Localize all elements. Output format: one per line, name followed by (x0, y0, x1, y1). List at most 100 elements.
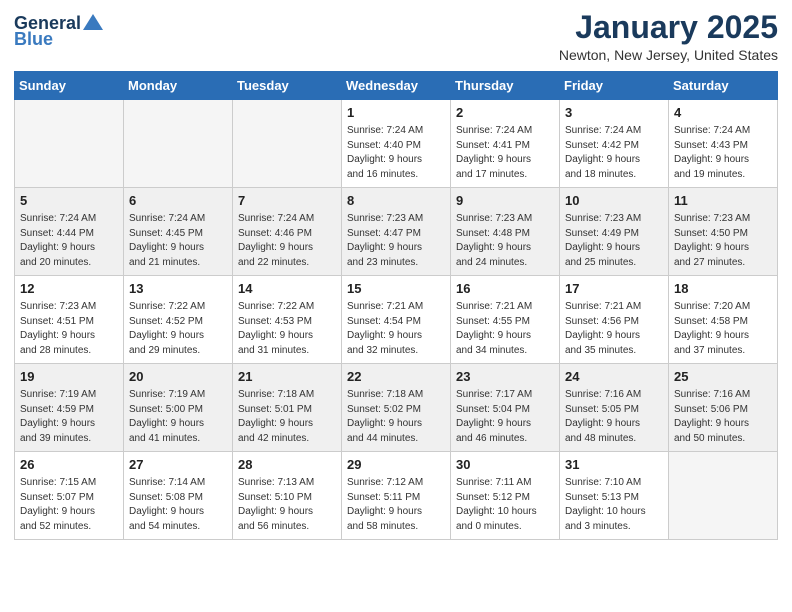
calendar-cell: 25 Sunrise: 7:16 AMSunset: 5:06 PMDayligh… (669, 364, 778, 452)
calendar-table: SundayMondayTuesdayWednesdayThursdayFrid… (14, 71, 778, 540)
day-info: Sunrise: 7:20 AMSunset: 4:58 PMDaylight:… (674, 300, 772, 358)
day-number: 5 (20, 192, 118, 210)
header: General Blue January 2025 Newton, New Je… (14, 10, 778, 63)
logo-icon (83, 14, 103, 30)
weekday-header-friday: Friday (560, 72, 669, 100)
day-info: Sunrise: 7:16 AMSunset: 5:05 PMDaylight:… (565, 388, 663, 446)
calendar-cell: 22 Sunrise: 7:18 AMSunset: 5:02 PMDayligh… (342, 364, 451, 452)
calendar-cell: 5 Sunrise: 7:24 AMSunset: 4:44 PMDaylight… (15, 188, 124, 276)
calendar-cell: 16 Sunrise: 7:21 AMSunset: 4:55 PMDayligh… (451, 276, 560, 364)
weekday-header-thursday: Thursday (451, 72, 560, 100)
day-number: 19 (20, 368, 118, 386)
calendar-cell: 30 Sunrise: 7:11 AMSunset: 5:12 PMDayligh… (451, 452, 560, 540)
day-number: 23 (456, 368, 554, 386)
day-number: 18 (674, 280, 772, 298)
day-number: 22 (347, 368, 445, 386)
weekday-header-monday: Monday (124, 72, 233, 100)
day-number: 6 (129, 192, 227, 210)
day-info: Sunrise: 7:17 AMSunset: 5:04 PMDaylight:… (456, 388, 554, 446)
day-info: Sunrise: 7:21 AMSunset: 4:56 PMDaylight:… (565, 300, 663, 358)
day-info: Sunrise: 7:19 AMSunset: 4:59 PMDaylight:… (20, 388, 118, 446)
day-info: Sunrise: 7:23 AMSunset: 4:48 PMDaylight:… (456, 212, 554, 270)
day-number: 31 (565, 456, 663, 474)
calendar-cell: 11 Sunrise: 7:23 AMSunset: 4:50 PMDayligh… (669, 188, 778, 276)
calendar-cell: 27 Sunrise: 7:14 AMSunset: 5:08 PMDayligh… (124, 452, 233, 540)
day-info: Sunrise: 7:24 AMSunset: 4:43 PMDaylight:… (674, 124, 772, 182)
calendar-cell: 18 Sunrise: 7:20 AMSunset: 4:58 PMDayligh… (669, 276, 778, 364)
calendar-cell: 29Sunrise: 7:12 AMSunset: 5:11 PMDayligh… (342, 452, 451, 540)
day-number: 4 (674, 104, 772, 122)
calendar-cell: 28 Sunrise: 7:13 AMSunset: 5:10 PMDayligh… (233, 452, 342, 540)
day-info: Sunrise: 7:22 AMSunset: 4:53 PMDaylight:… (238, 300, 336, 358)
calendar-wrapper: General Blue January 2025 Newton, New Je… (0, 0, 792, 554)
calendar-cell: 7 Sunrise: 7:24 AMSunset: 4:46 PMDaylight… (233, 188, 342, 276)
calendar-cell (669, 452, 778, 540)
calendar-cell: 21Sunrise: 7:18 AMSunset: 5:01 PMDayligh… (233, 364, 342, 452)
day-info: Sunrise: 7:16 AMSunset: 5:06 PMDaylight:… (674, 388, 772, 446)
day-number: 16 (456, 280, 554, 298)
logo-blue-text: Blue (14, 30, 53, 48)
calendar-week-row: 26 Sunrise: 7:15 AMSunset: 5:07 PMDayligh… (15, 452, 778, 540)
day-info: Sunrise: 7:24 AMSunset: 4:46 PMDaylight:… (238, 212, 336, 270)
calendar-cell: 1 Sunrise: 7:24 AMSunset: 4:40 PMDaylight… (342, 100, 451, 188)
calendar-cell: 13Sunrise: 7:22 AMSunset: 4:52 PMDayligh… (124, 276, 233, 364)
calendar-cell: 20 Sunrise: 7:19 AMSunset: 5:00 PMDayligh… (124, 364, 233, 452)
calendar-cell: 19 Sunrise: 7:19 AMSunset: 4:59 PMDayligh… (15, 364, 124, 452)
day-number: 2 (456, 104, 554, 122)
day-info: Sunrise: 7:21 AMSunset: 4:54 PMDaylight:… (347, 300, 445, 358)
day-info: Sunrise: 7:23 AMSunset: 4:50 PMDaylight:… (674, 212, 772, 270)
day-number: 20 (129, 368, 227, 386)
day-info: Sunrise: 7:21 AMSunset: 4:55 PMDaylight:… (456, 300, 554, 358)
day-number: 26 (20, 456, 118, 474)
day-info: Sunrise: 7:24 AMSunset: 4:40 PMDaylight:… (347, 124, 445, 182)
day-number: 14 (238, 280, 336, 298)
day-info: Sunrise: 7:18 AMSunset: 5:02 PMDaylight:… (347, 388, 445, 446)
day-number: 7 (238, 192, 336, 210)
day-info: Sunrise: 7:23 AMSunset: 4:49 PMDaylight:… (565, 212, 663, 270)
day-info: Sunrise: 7:24 AMSunset: 4:44 PMDaylight:… (20, 212, 118, 270)
day-number: 3 (565, 104, 663, 122)
day-info: Sunrise: 7:11 AMSunset: 5:12 PMDaylight:… (456, 476, 554, 534)
day-info: Sunrise: 7:14 AMSunset: 5:08 PMDaylight:… (129, 476, 227, 534)
location: Newton, New Jersey, United States (559, 47, 778, 63)
day-number: 30 (456, 456, 554, 474)
weekday-header-sunday: Sunday (15, 72, 124, 100)
day-number: 1 (347, 104, 445, 122)
day-info: Sunrise: 7:12 AMSunset: 5:11 PMDaylight:… (347, 476, 445, 534)
day-number: 11 (674, 192, 772, 210)
day-number: 17 (565, 280, 663, 298)
day-info: Sunrise: 7:10 AMSunset: 5:13 PMDaylight:… (565, 476, 663, 534)
month-title: January 2025 (559, 10, 778, 45)
day-number: 8 (347, 192, 445, 210)
day-number: 27 (129, 456, 227, 474)
calendar-cell: 4 Sunrise: 7:24 AMSunset: 4:43 PMDaylight… (669, 100, 778, 188)
day-info: Sunrise: 7:15 AMSunset: 5:07 PMDaylight:… (20, 476, 118, 534)
calendar-cell: 17 Sunrise: 7:21 AMSunset: 4:56 PMDayligh… (560, 276, 669, 364)
calendar-cell: 10 Sunrise: 7:23 AMSunset: 4:49 PMDayligh… (560, 188, 669, 276)
day-number: 10 (565, 192, 663, 210)
day-info: Sunrise: 7:22 AMSunset: 4:52 PMDaylight:… (129, 300, 227, 358)
calendar-week-row: 19 Sunrise: 7:19 AMSunset: 4:59 PMDayligh… (15, 364, 778, 452)
day-number: 25 (674, 368, 772, 386)
day-info: Sunrise: 7:13 AMSunset: 5:10 PMDaylight:… (238, 476, 336, 534)
calendar-cell: 24 Sunrise: 7:16 AMSunset: 5:05 PMDayligh… (560, 364, 669, 452)
day-number: 28 (238, 456, 336, 474)
calendar-cell: 8Sunrise: 7:23 AMSunset: 4:47 PMDaylight… (342, 188, 451, 276)
calendar-week-row: 12Sunrise: 7:23 AMSunset: 4:51 PMDayligh… (15, 276, 778, 364)
calendar-cell: 23 Sunrise: 7:17 AMSunset: 5:04 PMDayligh… (451, 364, 560, 452)
day-number: 15 (347, 280, 445, 298)
logo: General Blue (14, 10, 103, 48)
calendar-cell: 12Sunrise: 7:23 AMSunset: 4:51 PMDayligh… (15, 276, 124, 364)
day-info: Sunrise: 7:19 AMSunset: 5:00 PMDaylight:… (129, 388, 227, 446)
calendar-cell (124, 100, 233, 188)
calendar-cell: 26 Sunrise: 7:15 AMSunset: 5:07 PMDayligh… (15, 452, 124, 540)
calendar-week-row: 1 Sunrise: 7:24 AMSunset: 4:40 PMDaylight… (15, 100, 778, 188)
calendar-cell: 15 Sunrise: 7:21 AMSunset: 4:54 PMDayligh… (342, 276, 451, 364)
calendar-cell (15, 100, 124, 188)
day-number: 24 (565, 368, 663, 386)
calendar-cell (233, 100, 342, 188)
calendar-cell: 3Sunrise: 7:24 AMSunset: 4:42 PMDaylight… (560, 100, 669, 188)
calendar-cell: 2Sunrise: 7:24 AMSunset: 4:41 PMDaylight… (451, 100, 560, 188)
day-info: Sunrise: 7:18 AMSunset: 5:01 PMDaylight:… (238, 388, 336, 446)
calendar-cell: 31 Sunrise: 7:10 AMSunset: 5:13 PMDayligh… (560, 452, 669, 540)
